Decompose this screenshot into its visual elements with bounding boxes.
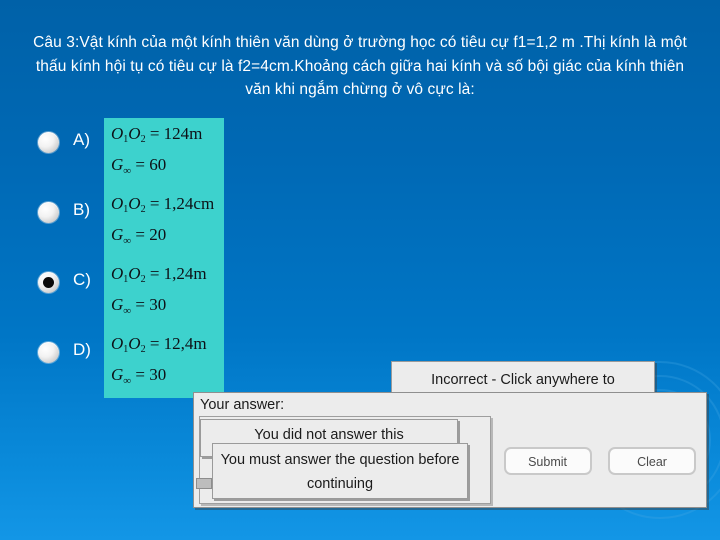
clear-button[interactable]: Clear xyxy=(608,447,696,475)
formula-box-b: O1O2 = 1,24cm G∞ = 20 xyxy=(104,188,224,258)
formula-box-c: O1O2 = 1,24m G∞ = 30 xyxy=(104,258,224,328)
not-answered-text: You did not answer this xyxy=(254,427,404,443)
formula-line-b-2: G∞ = 20 xyxy=(111,225,167,247)
formula-a-distance: 124m xyxy=(163,124,203,143)
formula-b-magnification: 20 xyxy=(149,225,167,244)
answer-choices-list: A) O1O2 = 124m G∞ = 60 B) O1O2 = 1,24cm … xyxy=(0,118,720,398)
formula-line-a-1: O1O2 = 124m xyxy=(111,124,203,145)
must-answer-text: You must answer the question before cont… xyxy=(220,452,460,492)
radio-option-a[interactable] xyxy=(38,132,59,153)
formula-box-d: O1O2 = 12,4m G∞ = 30 xyxy=(104,328,224,398)
choice-letter-a: A) xyxy=(73,130,90,149)
formula-line-c-1: O1O2 = 1,24m xyxy=(111,264,207,285)
panel-button-row: Submit Clear xyxy=(492,447,696,475)
radio-option-c[interactable] xyxy=(38,272,59,293)
formula-b-distance: 1,24cm xyxy=(163,194,215,213)
formula-c-magnification: 30 xyxy=(149,295,167,314)
panel-resize-handle[interactable] xyxy=(196,478,212,489)
choice-letter-c: C) xyxy=(73,270,91,289)
formula-c-distance: 1,24m xyxy=(163,264,207,283)
formula-box-a: O1O2 = 124m G∞ = 60 xyxy=(104,118,224,188)
your-answer-label: Your answer: xyxy=(200,397,285,413)
must-answer-dialog[interactable]: You must answer the question before cont… xyxy=(212,443,468,499)
incorrect-feedback-text: Incorrect - Click anywhere to xyxy=(431,372,615,388)
formula-line-c-2: G∞ = 30 xyxy=(111,295,167,317)
formula-line-a-2: G∞ = 60 xyxy=(111,155,167,177)
formula-line-d-2: G∞ = 30 xyxy=(111,365,167,387)
choice-row-a[interactable]: A) O1O2 = 124m G∞ = 60 xyxy=(0,118,720,188)
formula-line-d-1: O1O2 = 12,4m xyxy=(111,334,207,355)
formula-d-magnification: 30 xyxy=(149,365,167,384)
radio-option-b[interactable] xyxy=(38,202,59,223)
choice-row-c[interactable]: C) O1O2 = 1,24m G∞ = 30 xyxy=(0,258,720,328)
formula-line-b-1: O1O2 = 1,24cm xyxy=(111,194,215,215)
choice-row-b[interactable]: B) O1O2 = 1,24cm G∞ = 20 xyxy=(0,188,720,258)
choice-letter-b: B) xyxy=(73,200,90,219)
slide-canvas: Câu 3:Vật kính của một kính thiên văn dù… xyxy=(0,0,720,540)
choice-letter-d: D) xyxy=(73,340,91,359)
formula-a-magnification: 60 xyxy=(149,155,167,174)
formula-d-distance: 12,4m xyxy=(163,334,207,353)
question-text: Câu 3:Vật kính của một kính thiên văn dù… xyxy=(33,34,687,98)
submit-button[interactable]: Submit xyxy=(503,447,592,475)
radio-option-d[interactable] xyxy=(38,342,59,363)
